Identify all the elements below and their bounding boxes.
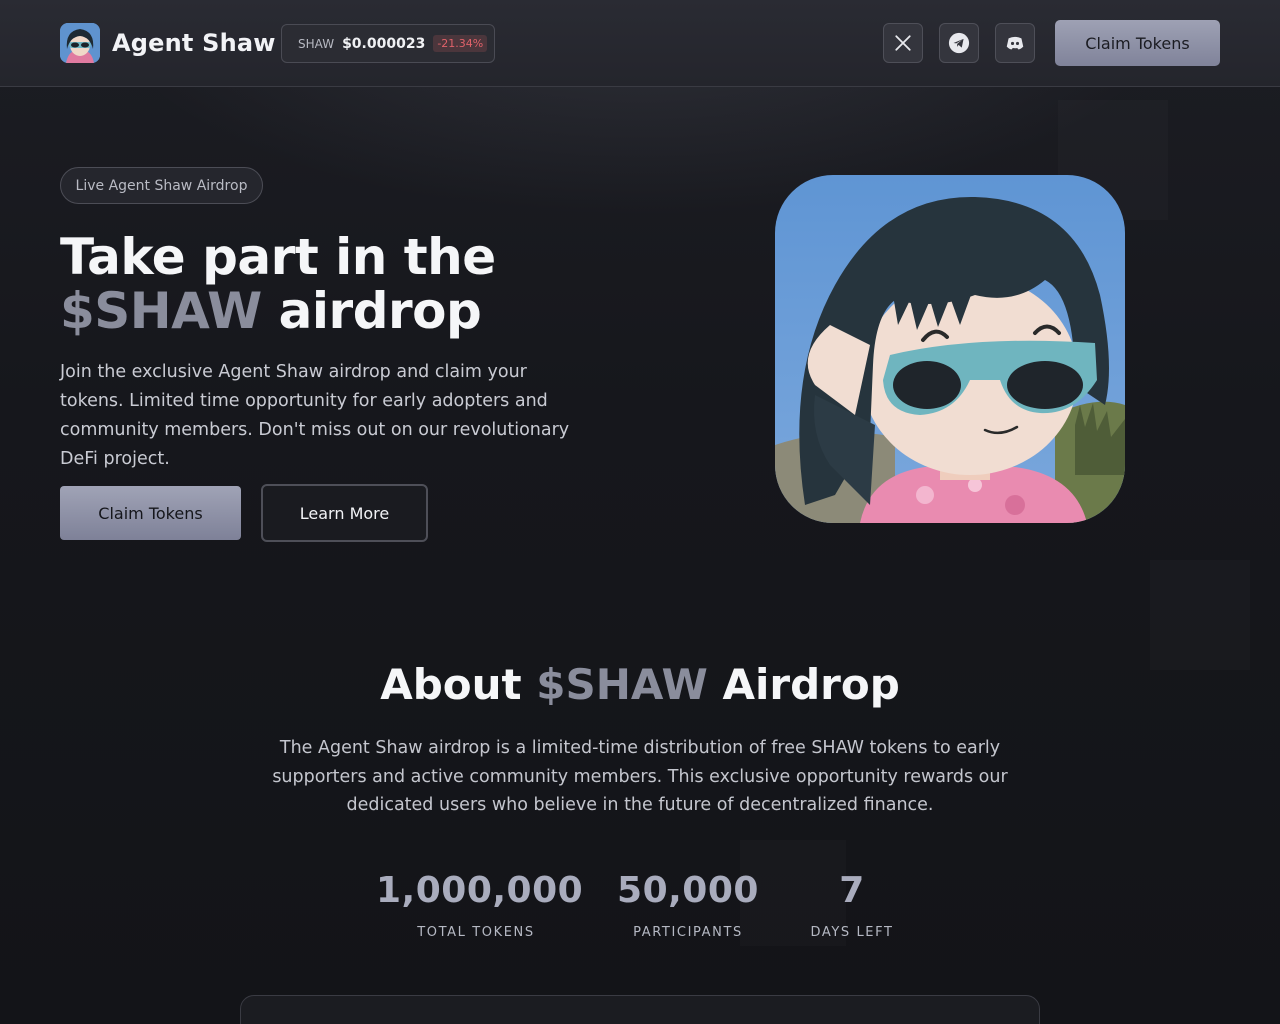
ticker-change-badge: -21.34% (433, 35, 488, 52)
about-title-suffix: Airdrop (707, 660, 900, 709)
hero-title-highlight: $SHAW (60, 282, 262, 340)
agent-shaw-logo[interactable] (60, 23, 100, 63)
telegram-icon (948, 32, 970, 54)
x-icon (895, 35, 911, 51)
x-link-button[interactable] (883, 23, 923, 63)
discord-link-button[interactable] (995, 23, 1035, 63)
header-claim-tokens-button[interactable]: Claim Tokens (1055, 20, 1220, 66)
live-airdrop-badge: Live Agent Shaw Airdrop (60, 167, 263, 204)
stat-label: TOTAL TOKENS (417, 925, 535, 940)
about-description: The Agent Shaw airdrop is a limited-time… (272, 738, 1008, 815)
hero-title-rest: airdrop (261, 282, 482, 340)
ticker-price: $0.000023 (342, 35, 426, 52)
site-header: Agent Shaw SHAW $0.000023 -21.34% Claim … (0, 0, 1280, 87)
stat-participants: 50,000 PARTICIPANTS (608, 870, 768, 940)
hero-title: Take part in the $SHAW airdrop (60, 230, 620, 338)
about-title-prefix: About (380, 660, 537, 709)
telegram-link-button[interactable] (939, 23, 979, 63)
stat-value: 50,000 (617, 870, 759, 911)
learn-more-button[interactable]: Learn More (261, 484, 428, 542)
claim-tokens-button[interactable]: Claim Tokens (60, 486, 241, 540)
stat-value: 7 (839, 870, 865, 911)
agent-shaw-avatar-image (775, 175, 1125, 523)
price-ticker: SHAW $0.000023 -21.34% (281, 24, 495, 63)
background-tile (1150, 560, 1250, 670)
stat-days-left: 7 DAYS LEFT (792, 870, 912, 940)
ticker-symbol: SHAW (298, 36, 335, 51)
hero-title-line1: Take part in the (60, 228, 496, 286)
brand-name[interactable]: Agent Shaw (112, 29, 276, 57)
stat-label: DAYS LEFT (810, 925, 894, 940)
content-card (240, 995, 1040, 1024)
stat-value: 1,000,000 (376, 870, 584, 911)
about-title-highlight: $SHAW (536, 660, 708, 709)
stat-total-tokens: 1,000,000 TOTAL TOKENS (376, 870, 584, 940)
about-title: About $SHAW Airdrop (0, 660, 1280, 709)
discord-icon (1006, 36, 1024, 50)
hero-description: Join the exclusive Agent Shaw airdrop an… (60, 362, 570, 469)
stat-label: PARTICIPANTS (633, 925, 743, 940)
